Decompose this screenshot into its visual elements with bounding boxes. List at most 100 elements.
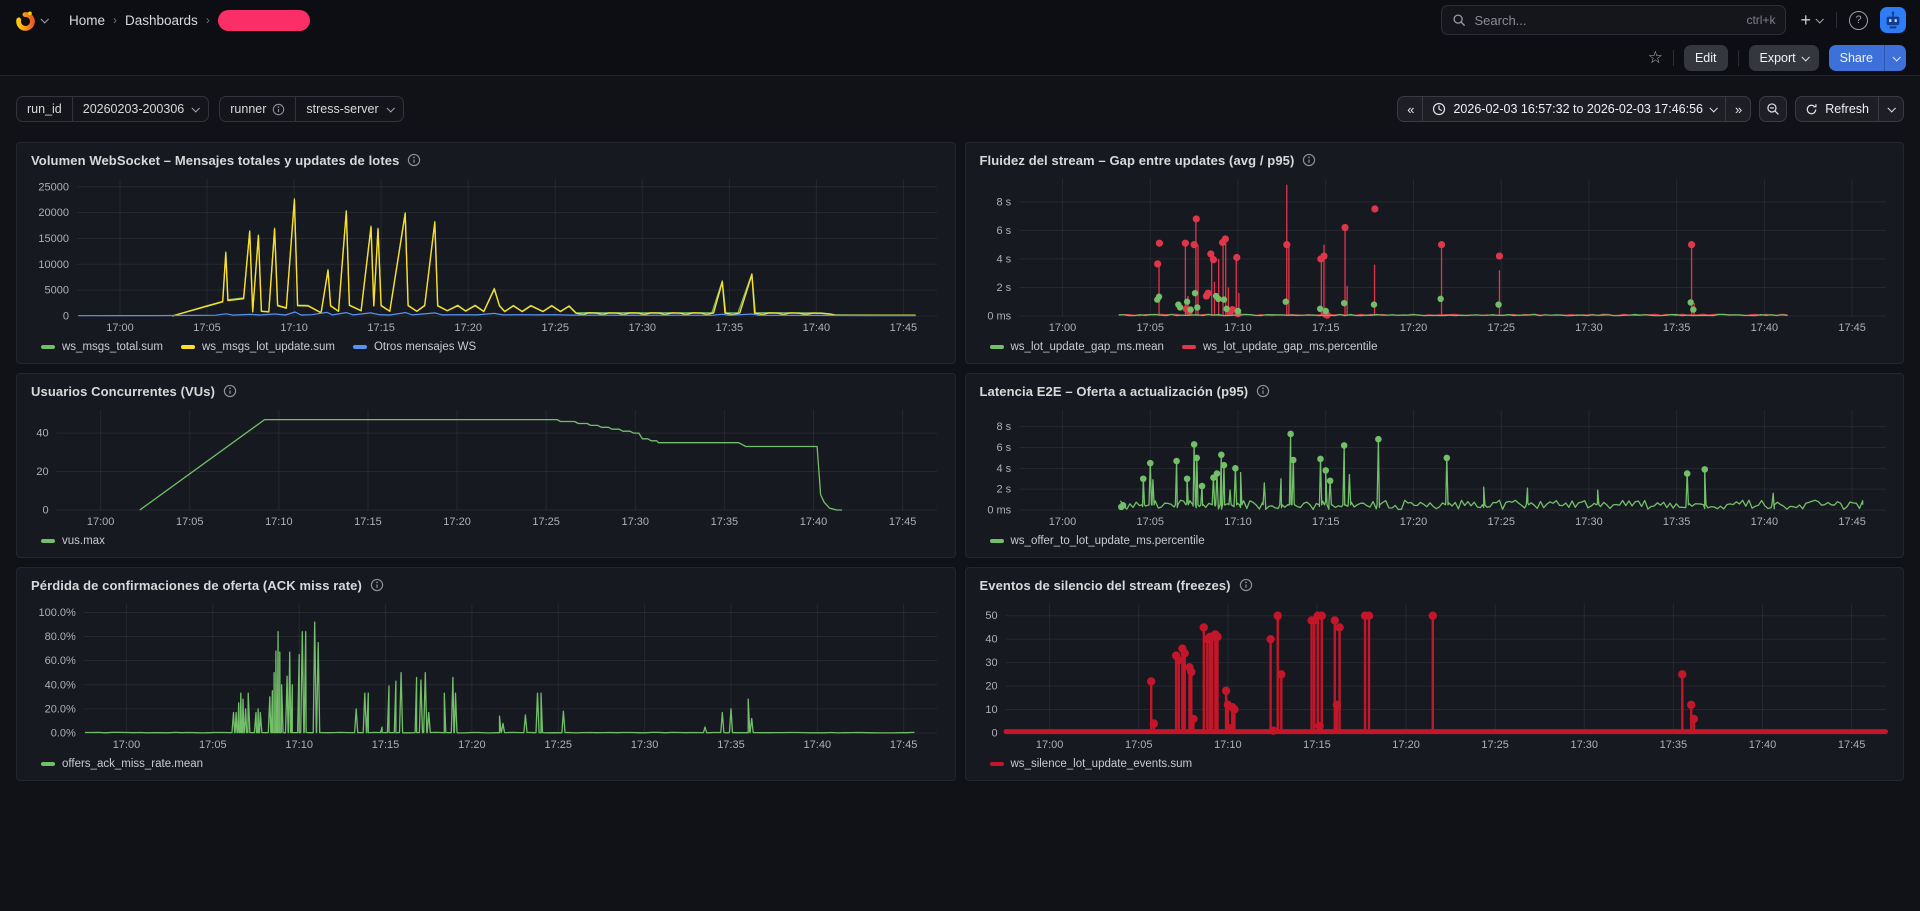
- info-icon[interactable]: [223, 384, 237, 398]
- info-icon[interactable]: [407, 153, 421, 167]
- add-new-button[interactable]: +: [1798, 10, 1824, 31]
- info-icon[interactable]: [370, 578, 384, 592]
- legend-item[interactable]: vus.max: [41, 535, 105, 547]
- runner-select[interactable]: stress-server: [296, 102, 402, 116]
- series-point: [1340, 442, 1347, 449]
- info-icon[interactable]: [1239, 578, 1253, 592]
- legend-item[interactable]: ws_silence_lot_update_events.sum: [990, 758, 1193, 770]
- time-series-plot[interactable]: 17:0017:0517:1017:1517:2017:2517:3017:35…: [976, 172, 1894, 336]
- chevron-down-icon: [1892, 53, 1900, 61]
- panel-header[interactable]: Usuarios Concurrentes (VUs): [27, 379, 945, 403]
- panel-header[interactable]: Fluidez del stream – Gap entre updates (…: [976, 148, 1894, 172]
- time-shift-forward-button[interactable]: »: [1725, 97, 1750, 121]
- export-label: Export: [1760, 51, 1796, 65]
- series-point: [1119, 502, 1126, 509]
- run-id-select[interactable]: 20260203-200306: [73, 102, 209, 116]
- panel-title: Fluidez del stream – Gap entre updates (…: [980, 153, 1295, 168]
- grafana-logo-menu[interactable]: [14, 9, 47, 32]
- panel-header[interactable]: Volumen WebSocket – Mensajes totales y u…: [27, 148, 945, 172]
- chart-canvas[interactable]: 17:0017:0517:1017:1517:2017:2517:3017:35…: [976, 597, 1894, 753]
- series-point: [1220, 296, 1226, 302]
- series-point: [1690, 306, 1696, 312]
- chevron-down-icon: [40, 15, 48, 23]
- search-box[interactable]: ctrl+k: [1441, 5, 1786, 35]
- chart-canvas[interactable]: 17:0017:0517:1017:1517:2017:2517:3017:35…: [27, 597, 945, 753]
- grafana-logo-icon: [14, 9, 37, 32]
- breadcrumb-dashboards[interactable]: Dashboards: [125, 13, 198, 28]
- legend-item[interactable]: ws_msgs_total.sum: [41, 341, 163, 353]
- search-input[interactable]: [1474, 13, 1738, 28]
- time-shift-back-button[interactable]: «: [1398, 97, 1422, 121]
- divider: [1673, 50, 1674, 66]
- runner-label: runner: [220, 97, 296, 121]
- series-point: [1495, 301, 1501, 307]
- x-axis-tick-label: 17:10: [285, 739, 313, 751]
- filter-bar: run_id 20260203-200306 runner stress-ser…: [16, 96, 1904, 122]
- legend-label: ws_silence_lot_update_events.sum: [1011, 758, 1193, 770]
- y-axis-tick-label: 2 s: [996, 282, 1011, 294]
- series-point: [1149, 719, 1157, 727]
- legend-item[interactable]: ws_offer_to_lot_update_ms.percentile: [990, 535, 1205, 547]
- x-axis-tick-label: 17:20: [1399, 516, 1427, 528]
- star-icon[interactable]: ☆: [1648, 48, 1663, 68]
- legend-item[interactable]: ws_lot_update_gap_ms.percentile: [1182, 341, 1378, 353]
- info-icon[interactable]: [1256, 384, 1270, 398]
- zoom-out-button[interactable]: [1759, 96, 1787, 122]
- y-axis-tick-label: 8 s: [996, 421, 1011, 433]
- chart-canvas[interactable]: 17:0017:0517:1017:1517:2017:2517:3017:35…: [27, 172, 945, 336]
- y-axis-tick-label: 40: [985, 634, 997, 646]
- y-axis-tick-label: 10: [985, 704, 997, 716]
- series-point: [1220, 462, 1227, 469]
- legend-swatch: [1182, 345, 1196, 349]
- x-axis-tick-label: 17:30: [629, 322, 657, 334]
- panel-latencia-e2e: Latencia E2E – Oferta a actualización (p…: [965, 373, 1905, 558]
- time-series-plot[interactable]: 17:0017:0517:1017:1517:2017:2517:3017:35…: [27, 597, 945, 753]
- time-series-plot[interactable]: 17:0017:0517:1017:1517:2017:2517:3017:35…: [27, 172, 945, 336]
- chart-canvas[interactable]: 17:0017:0517:1017:1517:2017:2517:3017:35…: [976, 403, 1894, 530]
- chevron-down-icon: [1709, 104, 1717, 112]
- legend-label: ws_lot_update_gap_ms.percentile: [1203, 341, 1378, 353]
- chart-canvas[interactable]: 17:0017:0517:1017:1517:2017:2517:3017:35…: [976, 172, 1894, 336]
- run-id-value: 20260203-200306: [83, 102, 185, 116]
- share-button[interactable]: Share: [1829, 45, 1884, 71]
- time-series-plot[interactable]: 17:0017:0517:1017:1517:2017:2517:3017:35…: [27, 403, 945, 530]
- series-point: [1437, 241, 1444, 248]
- refresh-button[interactable]: Refresh: [1796, 97, 1878, 121]
- series-point: [1146, 460, 1153, 467]
- info-icon: [272, 103, 285, 116]
- series-point: [1213, 633, 1221, 641]
- series-point: [1218, 451, 1225, 458]
- time-range-picker[interactable]: 2026-02-03 16:57:32 to 2026-02-03 17:46:…: [1422, 97, 1725, 121]
- share-options-button[interactable]: [1884, 45, 1906, 71]
- chart-canvas[interactable]: 17:0017:0517:1017:1517:2017:2517:3017:35…: [27, 403, 945, 530]
- legend-item[interactable]: ws_lot_update_gap_ms.mean: [990, 341, 1164, 353]
- time-series-plot[interactable]: 17:0017:0517:1017:1517:2017:2517:3017:35…: [976, 403, 1894, 530]
- series-point: [1234, 308, 1240, 314]
- series-point: [1174, 656, 1182, 664]
- series-point: [1232, 465, 1239, 472]
- panel-header[interactable]: Eventos de silencio del stream (freezes): [976, 573, 1894, 597]
- breadcrumb-home[interactable]: Home: [69, 13, 105, 28]
- time-series-plot[interactable]: 17:0017:0517:1017:1517:2017:2517:3017:35…: [976, 597, 1894, 753]
- chevron-down-icon: [192, 104, 200, 112]
- x-axis-tick-label: 17:20: [1399, 322, 1427, 334]
- chevron-down-icon: [1815, 15, 1823, 23]
- series-point: [1180, 649, 1188, 657]
- legend-item[interactable]: ws_msgs_lot_update.sum: [181, 341, 335, 353]
- refresh-interval-button[interactable]: [1878, 97, 1903, 121]
- panel-header[interactable]: Pérdida de confirmaciones de oferta (ACK…: [27, 573, 945, 597]
- panel-header[interactable]: Latencia E2E – Oferta a actualización (p…: [976, 379, 1894, 403]
- y-axis-tick-label: 20: [36, 466, 48, 478]
- legend-item[interactable]: Otros mensajes WS: [353, 341, 476, 353]
- refresh-group: Refresh: [1795, 96, 1904, 122]
- edit-button[interactable]: Edit: [1684, 45, 1728, 71]
- user-avatar[interactable]: [1880, 7, 1906, 33]
- legend-item[interactable]: offers_ack_miss_rate.mean: [41, 758, 203, 770]
- x-axis-tick-label: 17:00: [1048, 516, 1076, 528]
- y-axis-tick-label: 4 s: [996, 253, 1011, 265]
- help-button[interactable]: ?: [1849, 11, 1868, 30]
- info-icon[interactable]: [1302, 153, 1316, 167]
- run-id-label: run_id: [17, 97, 73, 121]
- series-point: [1181, 240, 1188, 247]
- export-button[interactable]: Export: [1749, 45, 1819, 71]
